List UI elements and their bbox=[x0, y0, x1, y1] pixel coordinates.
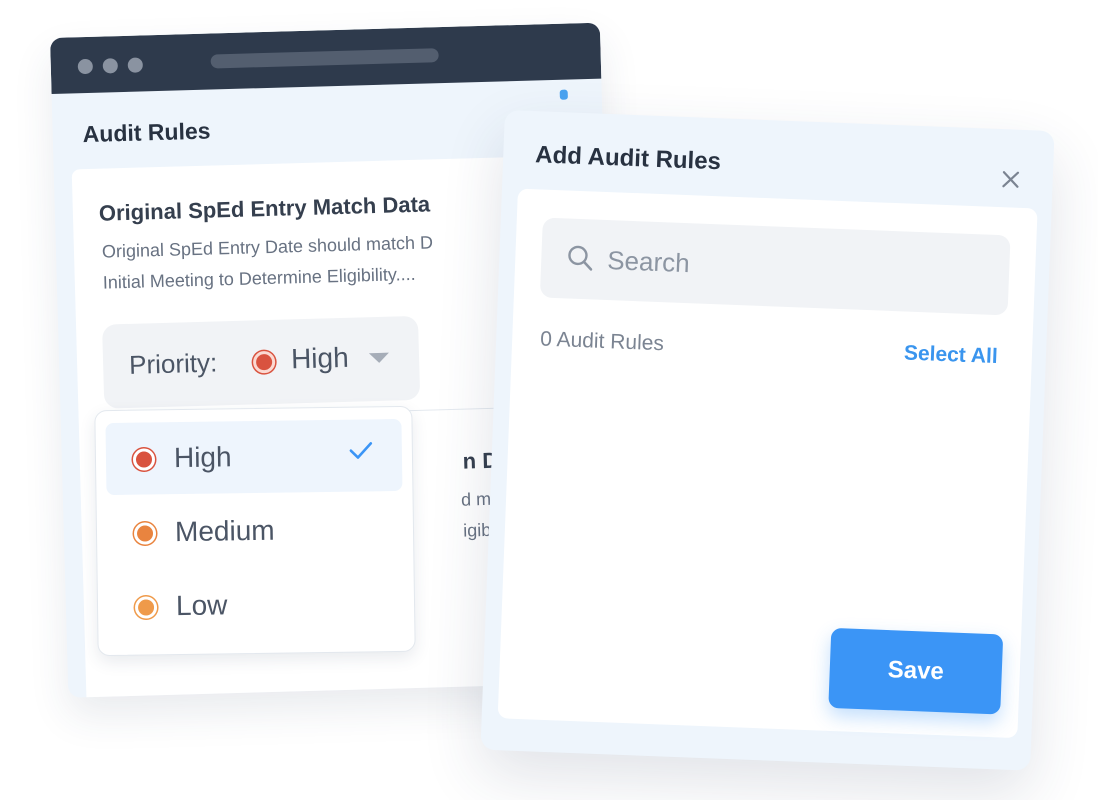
priority-high-dot-icon bbox=[132, 448, 156, 471]
add-audit-rules-modal: Add Audit Rules 0 Audit Rules Select All… bbox=[480, 110, 1055, 771]
rule-description: Original SpEd Entry Date should match D … bbox=[102, 225, 524, 299]
priority-selector[interactable]: Priority: High bbox=[102, 315, 421, 409]
search-field[interactable] bbox=[539, 217, 1011, 316]
check-icon bbox=[349, 442, 373, 459]
modal-title: Add Audit Rules bbox=[534, 141, 722, 176]
modal-body: 0 Audit Rules Select All Save bbox=[497, 188, 1038, 739]
priority-low-dot-icon bbox=[134, 596, 158, 619]
priority-value: High bbox=[290, 341, 350, 375]
audit-rules-count: 0 Audit Rules bbox=[539, 327, 665, 356]
priority-option-medium[interactable]: Medium bbox=[107, 493, 404, 569]
window-control-dot[interactable] bbox=[77, 58, 94, 75]
option-label: High bbox=[173, 441, 232, 474]
close-icon[interactable] bbox=[996, 165, 1025, 194]
priority-high-dot-icon bbox=[252, 350, 276, 374]
window-control-dot[interactable] bbox=[127, 57, 143, 73]
search-input[interactable] bbox=[606, 236, 988, 299]
chevron-down-icon[interactable] bbox=[368, 352, 390, 364]
save-button[interactable]: Save bbox=[828, 627, 1004, 715]
priority-option-low[interactable]: Low bbox=[108, 567, 405, 643]
window-control-dot[interactable] bbox=[102, 58, 119, 74]
option-label: Low bbox=[175, 589, 228, 622]
select-all-link[interactable]: Select All bbox=[903, 342, 999, 370]
search-icon bbox=[568, 245, 593, 271]
rule-title: Original SpEd Entry Match Data bbox=[98, 191, 431, 226]
priority-label: Priority: bbox=[128, 347, 218, 380]
address-bar[interactable] bbox=[210, 48, 439, 69]
scroll-indicator[interactable] bbox=[559, 89, 568, 100]
priority-medium-dot-icon bbox=[133, 522, 157, 545]
priority-dropdown-menu: High Medium Low bbox=[94, 405, 416, 657]
priority-option-high[interactable]: High bbox=[105, 418, 403, 496]
window-titlebar bbox=[50, 22, 602, 94]
option-label: Medium bbox=[174, 514, 275, 548]
page-title: Audit Rules bbox=[82, 117, 211, 148]
